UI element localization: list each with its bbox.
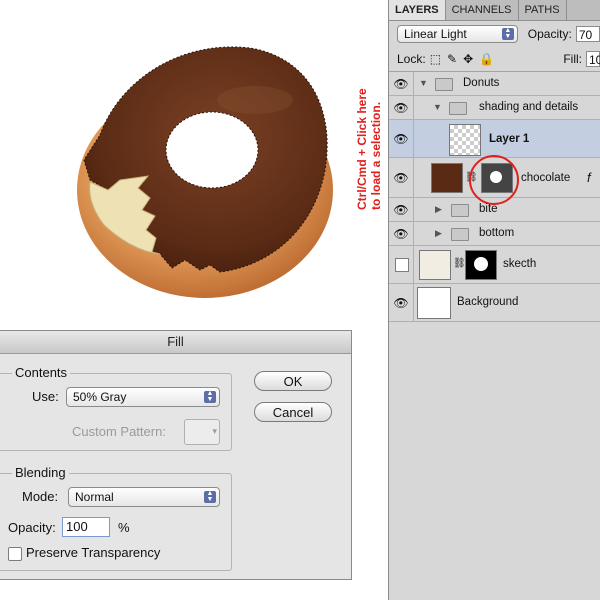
blend-mode-select[interactable]: Linear Light ▲ ▼ [397, 25, 518, 43]
annotation-line-2: to load a selection. [369, 102, 383, 210]
lock-all-icon[interactable]: 🔒 [479, 52, 494, 66]
use-select[interactable]: 50% Gray ▲ ▼ [66, 387, 220, 407]
layer-row-bottom[interactable]: 👁 ▶ bottom [389, 222, 600, 246]
lock-row: Lock: ⬚ ✎ ✥ 🔒 Fill: 10 [389, 47, 600, 72]
opacity-unit: % [118, 520, 130, 535]
expand-triangle-icon[interactable]: ▼ [433, 102, 442, 112]
layer-row-bite[interactable]: 👁 ▶ bite [389, 198, 600, 222]
layer-row-layer1[interactable]: 👁 Layer 1 [389, 120, 600, 158]
tab-channels[interactable]: CHANNELS [446, 0, 519, 20]
visibility-eye-icon[interactable]: 👁 [393, 226, 409, 242]
layer-thumbnail [431, 163, 463, 193]
glaze-highlight [217, 86, 293, 114]
tab-layers[interactable]: LAYERS [389, 0, 446, 20]
custom-pattern-picker[interactable]: ▾ [184, 419, 220, 445]
select-arrows-icon: ▲ ▼ [501, 27, 514, 40]
lock-move-icon[interactable]: ✥ [463, 52, 473, 66]
layer-name-skecth: skecth [503, 258, 537, 270]
opacity-input[interactable]: 100 [62, 517, 110, 537]
chevron-down-icon: ▾ [212, 426, 217, 436]
mode-value: Normal [75, 490, 114, 504]
layer-row-background[interactable]: 👁 Background [389, 284, 600, 322]
mode-label: Mode: [22, 489, 59, 504]
lock-transparent-icon[interactable]: ⬚ [430, 52, 441, 66]
layers-panel: LAYERS CHANNELS PATHS Linear Light ▲ ▼ Op… [388, 0, 600, 600]
preserve-transparency-checkbox[interactable] [8, 547, 22, 561]
use-label: Use: [32, 389, 59, 404]
panel-tabs: LAYERS CHANNELS PATHS [389, 0, 600, 21]
layer-opacity-label: Opacity: [527, 27, 572, 41]
layer-row-donuts[interactable]: 👁 ▼ Donuts [389, 72, 600, 96]
visibility-eye-icon[interactable]: 👁 [393, 295, 409, 311]
folder-icon [451, 204, 469, 217]
select-arrows-icon: ▲ ▼ [204, 490, 216, 503]
expand-triangle-icon[interactable]: ▼ [419, 78, 428, 88]
layer-mask-thumbnail[interactable] [465, 250, 497, 280]
layer-name-background: Background [457, 296, 519, 308]
select-arrows-icon: ▲ ▼ [204, 390, 216, 403]
visibility-eye-icon[interactable]: 👁 [393, 170, 409, 186]
visibility-eye-icon[interactable]: 👁 [393, 202, 409, 218]
cancel-button[interactable]: Cancel [254, 402, 332, 422]
folder-icon [451, 228, 469, 241]
layer-name-layer1: Layer 1 [489, 133, 530, 145]
visibility-eye-icon[interactable]: 👁 [393, 76, 409, 92]
custom-pattern-label: Custom Pattern: [72, 424, 166, 439]
layer-thumbnail [417, 287, 451, 319]
opacity-label: Opacity: [8, 520, 56, 535]
donut-hole [165, 111, 259, 189]
mode-select[interactable]: Normal ▲ ▼ [68, 487, 220, 507]
collapse-triangle-icon[interactable]: ▶ [435, 228, 442, 239]
layer-name-bite: bite [479, 203, 498, 215]
visibility-off-box[interactable] [395, 258, 409, 272]
use-value: 50% Gray [73, 390, 127, 404]
layer-opacity-input[interactable]: 70 [575, 26, 600, 42]
visibility-eye-icon[interactable]: 👁 [393, 100, 409, 116]
layer-name-shading: shading and details [479, 101, 579, 113]
chain-link-icon[interactable]: ⛓ [453, 258, 466, 269]
tab-paths[interactable]: PATHS [519, 0, 567, 20]
collapse-triangle-icon[interactable]: ▶ [435, 204, 442, 215]
folder-icon [435, 78, 453, 91]
layer-effects-icon[interactable]: f [587, 170, 591, 185]
donut-illustration [77, 46, 333, 298]
dialog-title: Fill [0, 331, 351, 354]
layer-row-shading[interactable]: 👁 ▼ shading and details [389, 96, 600, 120]
fill-dialog: Fill Contents Use: 50% Gray ▲ ▼ Custom Pa… [0, 330, 352, 580]
fill-label: Fill: [563, 52, 582, 66]
blend-mode-value: Linear Light [404, 27, 467, 41]
layer-thumbnail [449, 124, 481, 156]
visibility-eye-icon[interactable]: 👁 [393, 131, 409, 147]
blending-label: Blending [12, 465, 69, 480]
layer-thumbnail [419, 250, 451, 280]
layer-name-donuts: Donuts [463, 77, 500, 89]
annotation-text: Ctrl/Cmd + Click here to load a selectio… [355, 88, 383, 210]
contents-label: Contents [12, 365, 71, 380]
annotation-line-1: Ctrl/Cmd + Click here [355, 88, 369, 210]
layer-row-skecth[interactable]: ⛓ skecth [389, 246, 600, 284]
preserve-transparency-label: Preserve Transparency [26, 545, 161, 560]
lock-brush-icon[interactable]: ✎ [447, 52, 457, 66]
lock-label: Lock: [397, 52, 426, 66]
layer-name-chocolate: chocolate [521, 172, 571, 184]
layer-name-bottom: bottom [479, 227, 515, 239]
blend-row: Linear Light ▲ ▼ Opacity: 70 [389, 21, 600, 47]
folder-icon [449, 102, 467, 115]
fill-input[interactable]: 10 [586, 51, 600, 67]
ok-button[interactable]: OK [254, 371, 332, 391]
layer-row-chocolate[interactable]: 👁 ⛓ chocolate f [389, 155, 600, 205]
